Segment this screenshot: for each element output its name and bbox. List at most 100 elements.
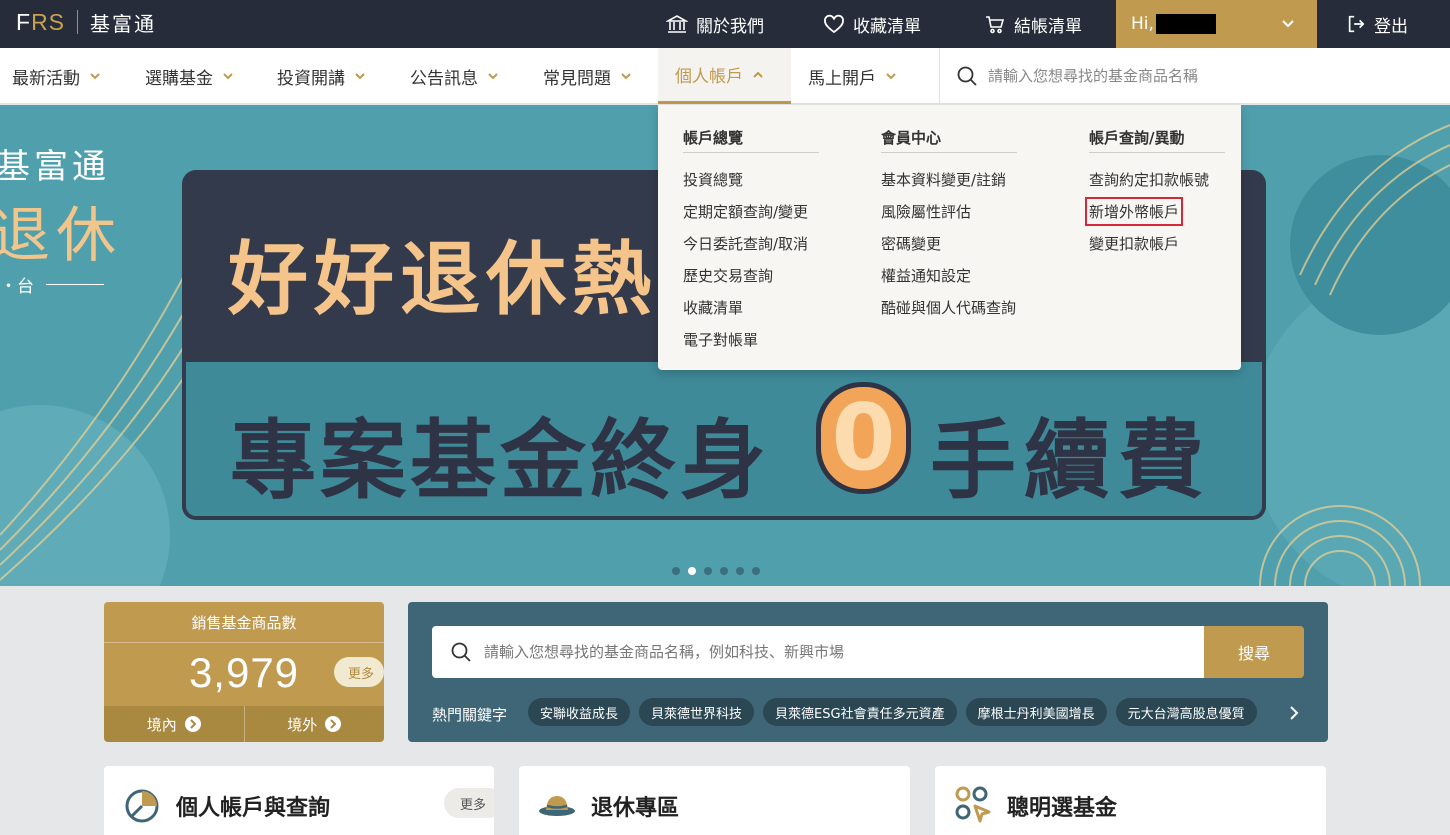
banner-brand-sub-text: ・台 xyxy=(0,277,34,297)
search-button[interactable]: 搜尋 xyxy=(1204,626,1304,678)
cart-icon xyxy=(986,16,1005,34)
nav-investment-talks[interactable]: 投資開講 xyxy=(277,48,367,104)
menu-link-regular-investment[interactable]: 定期定額查詢/變更 xyxy=(683,201,808,222)
banner-brand-sub: ・台 xyxy=(0,272,104,297)
banner-brand-retire: 退休 xyxy=(0,201,122,271)
smart-fund-card[interactable]: 聰明選基金 xyxy=(935,766,1326,835)
about-us-label: 關於我們 xyxy=(696,16,764,37)
nav-open-account[interactable]: 馬上開戶 xyxy=(808,48,898,104)
site-logo[interactable]: FRS 基富通 xyxy=(16,8,156,36)
chevron-down-icon xyxy=(621,73,631,80)
redacted-username xyxy=(1155,14,1216,34)
menu-link-e-statement[interactable]: 電子對帳單 xyxy=(683,329,758,350)
retirement-card[interactable]: 退休專區 xyxy=(519,766,910,835)
personal-account-menu: 帳戶總覽 投資總覽 定期定額查詢/變更 今日委託查詢/取消 歷史交易查詢 收藏清… xyxy=(658,105,1241,370)
logout-icon xyxy=(1348,15,1365,33)
banner-headline-1: 好好退休熱 xyxy=(228,233,658,326)
account-query-title: 個人帳戶與查詢 xyxy=(176,796,331,821)
banner-brand: 基富通 xyxy=(0,147,110,187)
hot-keywords-label: 熱門關鍵字 xyxy=(432,706,508,724)
nav-label: 選購基金 xyxy=(145,68,213,89)
favorites-link[interactable]: 收藏清單 xyxy=(823,0,921,48)
keyword-chip[interactable]: 貝萊德世界科技 xyxy=(639,698,755,726)
nav-search-box xyxy=(939,48,1450,104)
menu-link-transaction-history[interactable]: 歷史交易查詢 xyxy=(683,265,773,286)
chevron-down-icon xyxy=(355,73,365,80)
menu-link-coupon-code[interactable]: 酷碰與個人代碼查詢 xyxy=(881,297,1016,318)
carousel-dot[interactable] xyxy=(736,567,744,575)
menu-link-debit-account-query[interactable]: 查詢約定扣款帳號 xyxy=(1089,169,1209,190)
nav-label: 個人帳戶 xyxy=(675,67,743,87)
chevron-down-icon xyxy=(223,73,233,80)
carousel-dot[interactable] xyxy=(720,567,728,575)
top-bar: FRS 基富通 關於我們 收藏清單 結帳清單 Hi, 登出 xyxy=(0,0,1450,48)
menu-link-change-debit-account[interactable]: 變更扣款帳戶 xyxy=(1089,233,1179,254)
nav-announcements[interactable]: 公告訊息 xyxy=(410,48,500,104)
cart-link[interactable]: 結帳清單 xyxy=(984,0,1082,48)
hot-keywords-list: 安聯收益成長 貝萊德世界科技 貝萊德ESG社會責任多元資產 摩根士丹利美國增長 … xyxy=(528,698,1288,728)
about-us-link[interactable]: 關於我們 xyxy=(666,0,764,48)
nav-buy-funds[interactable]: 選購基金 xyxy=(145,48,235,104)
overseas-funds-link[interactable]: 境外 xyxy=(243,706,385,742)
user-menu[interactable]: Hi, xyxy=(1116,0,1317,48)
banner-dash xyxy=(46,284,104,285)
account-query-more-button[interactable]: 更多 xyxy=(444,788,494,818)
menu-link-favorites[interactable]: 收藏清單 xyxy=(683,297,743,318)
menu-link-notification-settings[interactable]: 權益通知設定 xyxy=(881,265,971,286)
nav-personal-account[interactable]: 個人帳戶 xyxy=(658,48,791,104)
fund-count-divider xyxy=(104,642,384,643)
menu-divider xyxy=(683,152,819,153)
chevron-down-icon xyxy=(488,73,498,80)
logout-link[interactable]: 登出 xyxy=(1346,0,1408,48)
main-nav: 最新活動 選購基金 投資開講 公告訊息 常見問題 個人帳戶 馬上開戶 xyxy=(0,48,1450,104)
search-icon xyxy=(451,642,471,662)
menu-link-profile-change[interactable]: 基本資料變更/註銷 xyxy=(881,169,1006,190)
fund-count-label: 銷售基金商品數 xyxy=(191,614,297,632)
chevron-down-icon xyxy=(1282,20,1294,28)
bank-icon xyxy=(666,15,688,33)
account-query-card[interactable]: 個人帳戶與查詢 更多 xyxy=(104,766,494,835)
nav-label: 馬上開戶 xyxy=(808,68,876,89)
menu-link-investment-overview[interactable]: 投資總覽 xyxy=(683,169,743,190)
arrow-right-icon xyxy=(325,716,342,732)
carousel-dot[interactable] xyxy=(704,567,712,575)
logout-label: 登出 xyxy=(1374,16,1408,37)
fund-count-more-button[interactable]: 更多 xyxy=(334,657,384,687)
banner-headline-2: 專案基金終身 xyxy=(230,411,770,511)
keyword-chip[interactable]: 元大台灣高股息優質 xyxy=(1115,698,1257,726)
nav-faq[interactable]: 常見問題 xyxy=(543,48,633,104)
menu-heading-member: 會員中心 xyxy=(881,129,942,147)
chevron-down-icon xyxy=(90,73,100,80)
menu-link-risk-assessment[interactable]: 風險屬性評估 xyxy=(881,201,971,222)
fund-search-input[interactable] xyxy=(484,643,1184,661)
domestic-funds-link[interactable]: 境內 xyxy=(104,706,244,742)
menu-link-password-change[interactable]: 密碼變更 xyxy=(881,233,941,254)
nav-label: 最新活動 xyxy=(12,68,80,89)
keyword-chip[interactable]: 安聯收益成長 xyxy=(528,698,631,726)
fund-count-tabs: 境內 境外 xyxy=(104,706,384,742)
menu-divider xyxy=(881,152,1017,153)
banner-headline-3: 手續費 xyxy=(930,411,1212,511)
keyword-chip[interactable]: 摩根士丹利美國增長 xyxy=(965,698,1107,726)
carousel-dot-active[interactable] xyxy=(688,567,696,575)
smart-fund-title: 聰明選基金 xyxy=(1007,796,1118,821)
nav-latest-events[interactable]: 最新活動 xyxy=(12,48,102,104)
carousel-dot[interactable] xyxy=(752,567,760,575)
pie-chart-icon xyxy=(125,789,159,823)
menu-link-add-foreign-account[interactable]: 新增外幣帳戶 xyxy=(1084,197,1184,226)
nav-label: 常見問題 xyxy=(543,68,611,89)
keyword-chip[interactable]: 貝萊德ESG社會責任多元資產 xyxy=(763,698,957,726)
menu-link-today-orders[interactable]: 今日委託查詢/取消 xyxy=(683,233,808,254)
carousel-dot[interactable] xyxy=(672,567,680,575)
chevron-right-icon[interactable] xyxy=(1286,703,1302,723)
hat-icon xyxy=(539,796,575,816)
fund-search-box xyxy=(432,626,1204,678)
domestic-label: 境內 xyxy=(146,715,177,734)
menu-heading-account-query: 帳戶查詢/異動 xyxy=(1089,129,1185,147)
logo-name: 基富通 xyxy=(90,11,157,36)
greeting-text: Hi, xyxy=(1131,14,1154,34)
favorites-label: 收藏清單 xyxy=(853,16,921,37)
nav-search-input[interactable] xyxy=(988,67,1428,85)
menu-divider xyxy=(1089,152,1225,153)
search-icon xyxy=(957,66,977,86)
